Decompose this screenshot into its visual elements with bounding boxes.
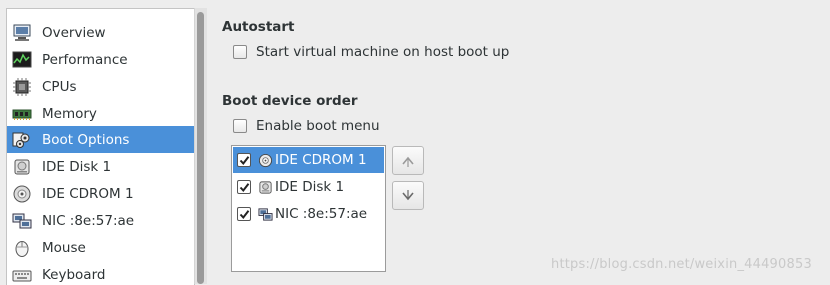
boot-menu-checkbox-row[interactable]: Enable boot menu — [233, 118, 380, 134]
sidebar-item-keyboard[interactable]: Keyboard — [7, 261, 194, 285]
sidebar-item-cpus[interactable]: CPUs — [7, 73, 194, 100]
sidebar-item-label: IDE Disk 1 — [42, 158, 112, 175]
cpu-chip-icon — [12, 77, 32, 97]
watermark-text: https://blog.csdn.net/weixin_44490853 — [551, 257, 812, 272]
boot-gears-icon — [12, 130, 32, 150]
checkmark-icon — [239, 155, 249, 165]
mouse-icon — [12, 238, 32, 258]
arrow-down-icon — [402, 189, 414, 200]
boot-device-row-nic[interactable]: NIC :8e:57:ae — [233, 201, 384, 227]
sidebar-item-ide-disk-1[interactable]: IDE Disk 1 — [7, 153, 194, 180]
boot-device-checkbox[interactable] — [237, 180, 251, 194]
sidebar-item-label: Boot Options — [42, 131, 130, 148]
autostart-checkbox[interactable] — [233, 45, 247, 59]
memory-module-icon — [12, 104, 32, 124]
sidebar-item-label: Memory — [42, 105, 97, 122]
sidebar-item-overview[interactable]: Overview — [7, 19, 194, 46]
sidebar-item-label: Overview — [42, 24, 106, 41]
autostart-checkbox-label: Start virtual machine on host boot up — [256, 44, 510, 60]
sidebar-item-memory[interactable]: Memory — [7, 100, 194, 127]
sidebar-item-label: Keyboard — [42, 266, 106, 283]
sidebar-item-label: IDE CDROM 1 — [42, 185, 134, 202]
cdrom-icon — [257, 152, 273, 168]
boot-device-label: NIC :8e:57:ae — [275, 206, 368, 222]
checkmark-icon — [239, 209, 249, 219]
boot-order-heading: Boot device order — [222, 93, 358, 109]
network-card-icon — [257, 206, 273, 222]
boot-device-checkbox[interactable] — [237, 207, 251, 221]
boot-device-row-disk[interactable]: IDE Disk 1 — [233, 174, 384, 200]
boot-device-checkbox[interactable] — [237, 153, 251, 167]
sidebar-item-nic[interactable]: NIC :8e:57:ae — [7, 207, 194, 234]
sidebar-item-label: Performance — [42, 51, 128, 68]
boot-menu-checkbox[interactable] — [233, 119, 247, 133]
autostart-checkbox-row[interactable]: Start virtual machine on host boot up — [233, 44, 509, 60]
details-sidebar: Overview Performance CPUs Memory Boot Op… — [6, 8, 195, 285]
hard-disk-icon — [12, 157, 32, 177]
sidebar-item-label: NIC :8e:57:ae — [42, 212, 135, 229]
autostart-heading: Autostart — [222, 19, 295, 35]
sidebar-item-mouse[interactable]: Mouse — [7, 234, 194, 261]
sidebar-item-boot-options[interactable]: Boot Options — [7, 126, 194, 153]
move-down-button[interactable] — [392, 181, 424, 210]
performance-graph-icon — [12, 50, 32, 70]
sidebar-scrollbar[interactable] — [194, 8, 207, 284]
sidebar-item-performance[interactable]: Performance — [7, 46, 194, 73]
network-card-icon — [12, 211, 32, 231]
move-up-button[interactable] — [392, 146, 424, 175]
monitor-icon — [12, 23, 32, 43]
boot-menu-checkbox-label: Enable boot menu — [256, 118, 380, 134]
sidebar-scrollbar-thumb[interactable] — [197, 12, 204, 284]
cdrom-icon — [12, 184, 32, 204]
sidebar-item-ide-cdrom-1[interactable]: IDE CDROM 1 — [7, 180, 194, 207]
arrow-up-icon — [402, 156, 414, 167]
sidebar-item-label: Mouse — [42, 239, 86, 256]
boot-device-row-cdrom[interactable]: IDE CDROM 1 — [233, 147, 384, 173]
boot-device-label: IDE Disk 1 — [275, 179, 345, 195]
keyboard-icon — [12, 265, 32, 285]
boot-device-label: IDE CDROM 1 — [275, 152, 367, 168]
hard-disk-icon — [257, 179, 273, 195]
sidebar-item-label: CPUs — [42, 78, 77, 95]
boot-device-list: IDE CDROM 1 IDE Disk 1 NIC :8e:57:ae — [231, 145, 386, 272]
checkmark-icon — [239, 182, 249, 192]
